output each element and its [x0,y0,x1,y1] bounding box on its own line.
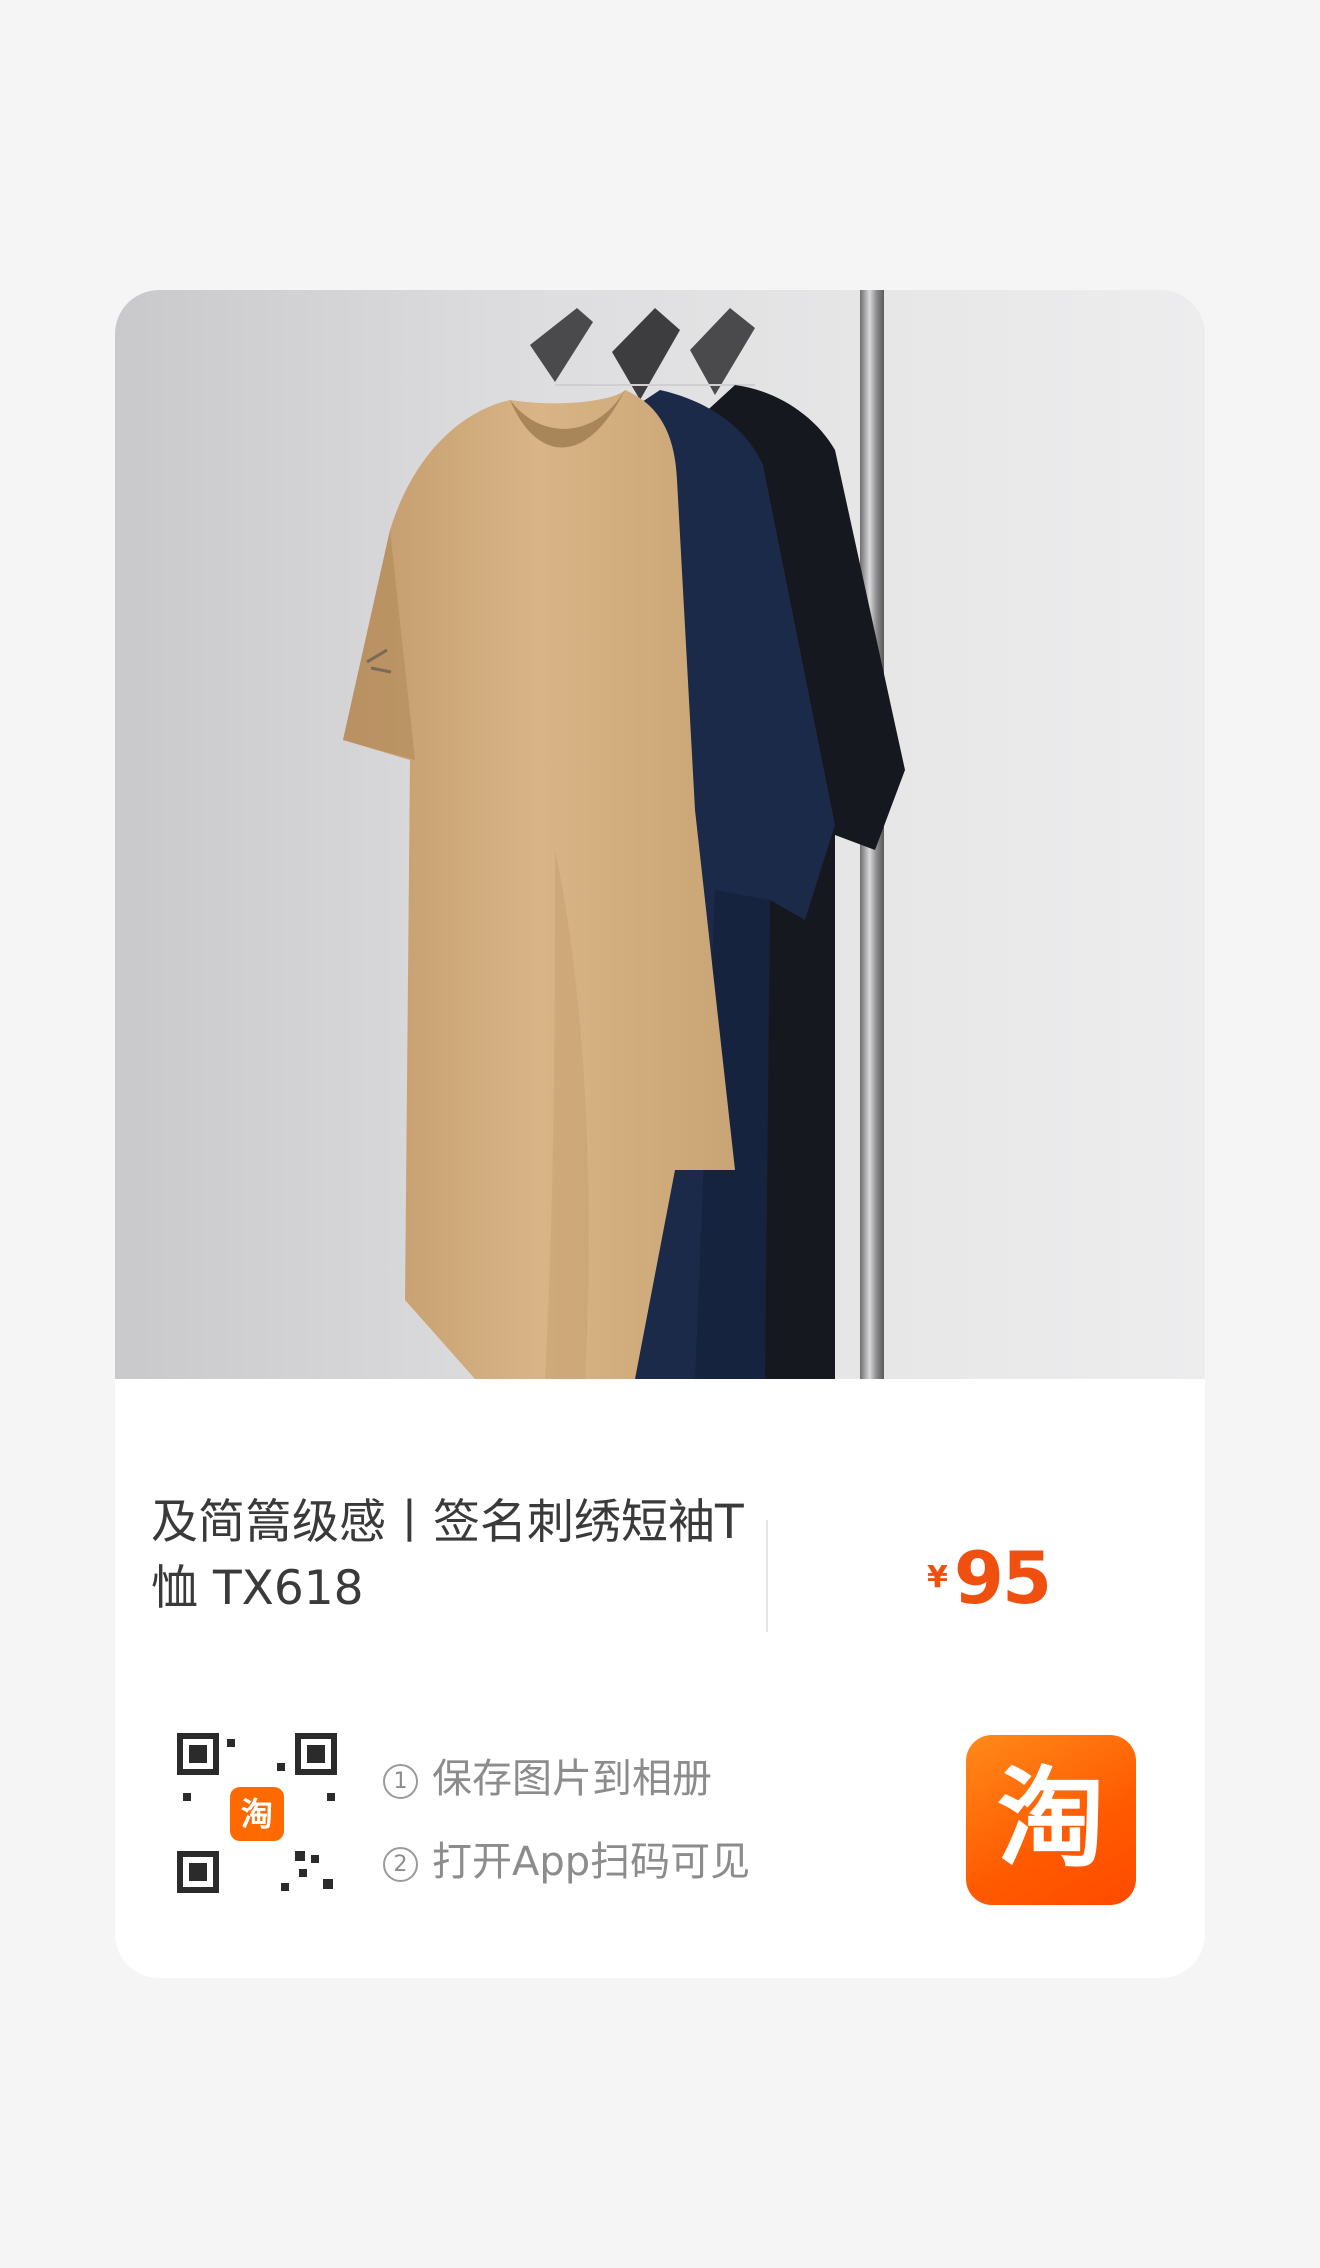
taobao-badge-icon: 淘 [230,1787,284,1841]
step-number: 1 [383,1764,418,1799]
product-price: ¥95 [927,1536,1052,1620]
step-text: 保存图片到相册 [432,1756,712,1802]
step-open-app: 2 打开App扫码可见 [383,1837,750,1887]
step-number: 2 [383,1847,418,1882]
step-save-image: 1 保存图片到相册 [383,1754,712,1804]
qr-code: 淘 [177,1733,337,1893]
divider [766,1520,768,1632]
product-image [115,290,1205,1379]
taobao-app-icon: 淘 [966,1735,1136,1905]
share-card: 及简篙级感丨签名刺绣短袖T恤 TX618 ¥95 淘 1 保存图片到相册 2 打… [115,290,1205,1978]
product-title: 及简篙级感丨签名刺绣短袖T恤 TX618 [151,1495,744,1616]
step-text: 打开App扫码可见 [432,1839,751,1885]
price-value: 95 [953,1536,1052,1620]
currency-symbol: ¥ [927,1560,948,1595]
